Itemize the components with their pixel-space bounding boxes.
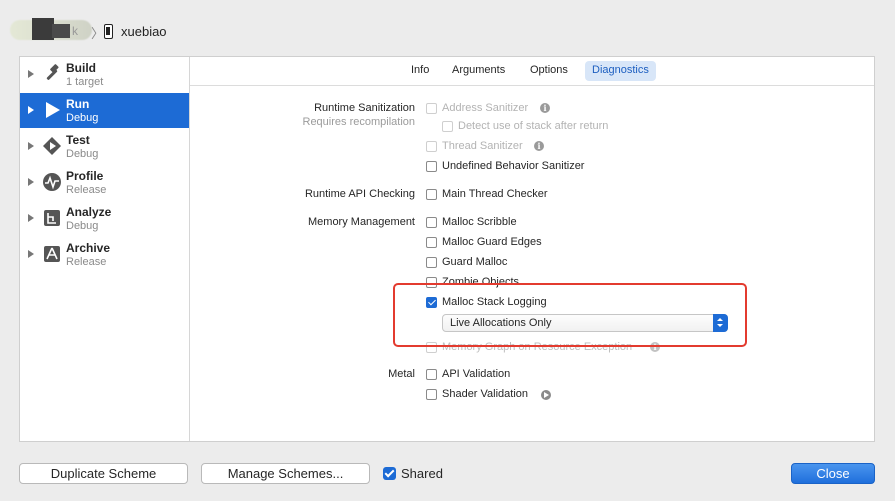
- malloc-guard-edges-label: Malloc Guard Edges: [442, 236, 542, 248]
- sidebar-item-profile[interactable]: Profile Release: [20, 165, 189, 200]
- guard-malloc-label: Guard Malloc: [442, 256, 508, 268]
- test-diamond-icon: [43, 137, 61, 155]
- ub-sanitizer-checkbox[interactable]: [426, 161, 437, 172]
- waveform-icon: [43, 173, 61, 191]
- disclosure-triangle-icon[interactable]: [28, 70, 34, 78]
- disclosure-triangle-icon[interactable]: [28, 214, 34, 222]
- tab-divider: [190, 85, 874, 86]
- redaction-block: [32, 18, 54, 40]
- malloc-scribble-checkbox[interactable]: [426, 217, 437, 228]
- ub-sanitizer-label: Undefined Behavior Sanitizer: [442, 160, 585, 172]
- guard-malloc-checkbox[interactable]: [426, 257, 437, 268]
- address-sanitizer-checkbox[interactable]: [426, 103, 437, 114]
- sidebar-item-sublabel: Debug: [66, 148, 99, 160]
- disclosure-triangle-icon[interactable]: [28, 142, 34, 150]
- api-validation-label: API Validation: [442, 368, 511, 380]
- thread-sanitizer-label: Thread Sanitizer: [442, 140, 523, 152]
- shader-validation-label: Shader Validation: [442, 388, 529, 400]
- sidebar-item-label: Profile: [66, 169, 104, 183]
- runtime-sanitization-label: Runtime Sanitization: [314, 102, 415, 114]
- sidebar-item-label: Archive: [66, 241, 111, 255]
- scheme-editor-panel: Build 1 target Run Debug Test Debug Prof…: [19, 56, 875, 442]
- archive-icon: [44, 246, 60, 262]
- sidebar-item-sublabel: Release: [66, 184, 107, 196]
- tab-arguments[interactable]: Arguments: [445, 61, 512, 81]
- run-destination-label[interactable]: xuebiao: [121, 24, 167, 39]
- diagnostics-content: Info Arguments Options Diagnostics Runti…: [190, 57, 874, 441]
- malloc-scribble-label: Malloc Scribble: [442, 216, 517, 228]
- memory-management-label: Memory Management: [308, 216, 415, 228]
- main-thread-checker-label: Main Thread Checker: [442, 188, 548, 200]
- shared-label: Shared: [401, 466, 443, 481]
- chevron-right-icon: 〉: [91, 26, 105, 41]
- requires-recompilation-note: Requires recompilation: [302, 116, 416, 128]
- analyze-icon: [44, 210, 60, 226]
- disclosure-triangle-icon[interactable]: [28, 250, 34, 258]
- navigate-arrow-icon[interactable]: [541, 390, 551, 400]
- address-sanitizer-label: Address Sanitizer: [442, 102, 529, 114]
- disclosure-triangle-icon[interactable]: [28, 178, 34, 186]
- main-thread-checker-checkbox[interactable]: [426, 189, 437, 200]
- sidebar-item-analyze[interactable]: Analyze Debug: [20, 201, 189, 236]
- disclosure-triangle-icon[interactable]: [28, 106, 34, 114]
- sidebar-item-sublabel: Debug: [66, 220, 99, 232]
- metal-label: Metal: [388, 368, 415, 380]
- shader-validation-checkbox[interactable]: [426, 389, 437, 400]
- redaction-block: [52, 24, 70, 38]
- sidebar-item-sublabel: Debug: [66, 112, 99, 124]
- api-validation-checkbox[interactable]: [426, 369, 437, 380]
- sidebar-item-label: Build: [66, 61, 96, 75]
- malloc-guard-edges-checkbox[interactable]: [426, 237, 437, 248]
- tab-options[interactable]: Options: [523, 61, 575, 81]
- sidebar-item-label: Run: [66, 97, 90, 111]
- info-icon[interactable]: i: [540, 103, 550, 113]
- sidebar-item-archive[interactable]: Archive Release: [20, 237, 189, 272]
- tab-diagnostics[interactable]: Diagnostics: [585, 61, 656, 81]
- play-icon: [46, 102, 60, 118]
- info-icon[interactable]: i: [534, 141, 544, 151]
- highlight-annotation-box: [393, 283, 747, 347]
- sidebar-item-run[interactable]: Run Debug: [20, 93, 189, 128]
- duplicate-scheme-button[interactable]: Duplicate Scheme: [19, 463, 188, 484]
- project-name-fragment: k: [72, 24, 78, 38]
- tab-info[interactable]: Info: [404, 61, 436, 81]
- sidebar-item-label: Test: [66, 133, 90, 147]
- shared-checkbox[interactable]: [383, 467, 396, 480]
- iphone-device-icon: [104, 24, 113, 39]
- hammer-icon: [46, 64, 59, 80]
- sidebar-item-label: Analyze: [66, 205, 112, 219]
- close-button[interactable]: Close: [791, 463, 875, 484]
- scheme-breadcrumb: k 〉 xuebiao: [0, 0, 895, 56]
- sidebar-item-test[interactable]: Test Debug: [20, 129, 189, 164]
- sidebar-item-sublabel: 1 target: [66, 76, 104, 88]
- runtime-api-checking-label: Runtime API Checking: [304, 188, 415, 200]
- thread-sanitizer-checkbox[interactable]: [426, 141, 437, 152]
- detect-stack-after-return-label: Detect use of stack after return: [458, 120, 609, 132]
- manage-schemes-button[interactable]: Manage Schemes...: [201, 463, 370, 484]
- scheme-action-sidebar: Build 1 target Run Debug Test Debug Prof…: [20, 57, 190, 441]
- sidebar-item-build[interactable]: Build 1 target: [20, 57, 189, 92]
- detect-stack-after-return-checkbox[interactable]: [442, 121, 453, 132]
- sidebar-item-sublabel: Release: [66, 256, 107, 268]
